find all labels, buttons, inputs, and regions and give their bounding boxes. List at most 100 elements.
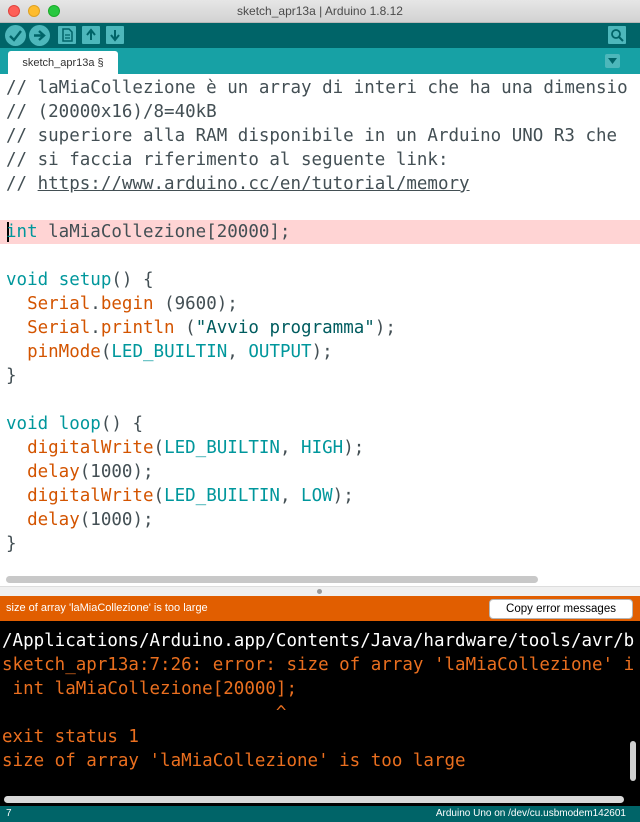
code-token: int	[6, 222, 38, 242]
window-titlebar: sketch_apr13a | Arduino 1.8.12	[0, 0, 640, 23]
code-token: //	[6, 174, 38, 194]
verify-icon	[9, 30, 22, 42]
code-line[interactable]: digitalWrite(LED_BUILTIN, LOW);	[6, 484, 354, 508]
code-line[interactable]: void loop() {	[6, 412, 143, 436]
code-token: laMiaCollezione[20000];	[37, 222, 291, 242]
code-token: );	[311, 342, 333, 362]
code-token: (	[153, 438, 165, 458]
serial-monitor-button[interactable]	[608, 26, 626, 44]
code-editor[interactable]: // laMiaCollezione è un array di interi …	[0, 74, 640, 574]
code-token: setup	[58, 270, 112, 290]
code-line[interactable]: Serial.println ("Avvio programma");	[6, 316, 396, 340]
console-line: /Applications/Arduino.app/Contents/Java/…	[2, 631, 635, 651]
upload-button[interactable]	[29, 25, 50, 46]
window-title: sketch_apr13a | Arduino 1.8.12	[237, 4, 403, 18]
code-line[interactable]: // si faccia riferimento al seguente lin…	[6, 148, 449, 172]
copy-error-messages-button[interactable]: Copy error messages	[489, 599, 633, 619]
save-icon	[110, 30, 120, 42]
code-token: LED_BUILTIN	[111, 342, 228, 362]
serial-monitor-icon	[611, 29, 624, 42]
code-token: https://www.arduino.cc/en/tutorial/memor…	[37, 174, 470, 194]
code-line[interactable]: Serial.begin (9600);	[6, 292, 238, 316]
tab-menu-button[interactable]	[605, 54, 620, 68]
code-token: "Avvio programma"	[195, 318, 375, 338]
code-line[interactable]: // https://www.arduino.cc/en/tutorial/me…	[6, 172, 470, 196]
code-token: () {	[100, 414, 144, 434]
code-line[interactable]: delay(1000);	[6, 460, 154, 484]
code-line[interactable]: digitalWrite(LED_BUILTIN, HIGH);	[6, 436, 364, 460]
code-token: .	[90, 294, 101, 314]
line-number: 7	[6, 808, 12, 819]
toolbar	[0, 23, 640, 48]
upload-icon	[34, 30, 46, 41]
code-token: (	[174, 318, 196, 338]
divider-handle[interactable]	[317, 589, 322, 594]
code-line[interactable]: // superiore alla RAM disponibile in un …	[6, 124, 617, 148]
new-icon	[62, 28, 73, 42]
code-token: OUTPUT	[248, 342, 312, 362]
code-token: }	[6, 366, 17, 386]
code-token: () {	[111, 270, 154, 290]
code-token: (1000);	[79, 462, 154, 482]
error-message: size of array 'laMiaCollezione' is too l…	[6, 602, 208, 614]
code-token: ,	[227, 342, 249, 362]
console-line: ^	[2, 703, 287, 723]
code-token: LOW	[301, 486, 333, 506]
code-line[interactable]: }	[6, 532, 17, 556]
board-port-info: Arduino Uno on /dev/cu.usbmodem142601	[435, 808, 626, 819]
console-line: sketch_apr13a:7:26: error: size of array…	[2, 655, 635, 675]
tab-sketch[interactable]: sketch_apr13a §	[8, 51, 118, 74]
console-line: exit status 1	[2, 727, 139, 747]
console-scroll-thumb[interactable]	[4, 796, 624, 803]
code-token: ,	[279, 486, 302, 506]
code-line[interactable]: int laMiaCollezione[20000];	[6, 220, 290, 244]
code-token: .	[90, 318, 101, 338]
editor-horizontal-scrollbar[interactable]	[0, 574, 640, 586]
open-sketch-button[interactable]	[82, 26, 100, 44]
code-line[interactable]: pinMode(LED_BUILTIN, OUTPUT);	[6, 340, 333, 364]
tab-bar: sketch_apr13a §	[0, 48, 640, 74]
code-token: Serial	[27, 318, 91, 338]
save-sketch-button[interactable]	[106, 26, 124, 44]
status-bar: 7 Arduino Uno on /dev/cu.usbmodem142601	[0, 806, 640, 822]
code-line[interactable]: void setup() {	[6, 268, 154, 292]
code-line[interactable]: delay(1000);	[6, 508, 154, 532]
code-token: delay	[27, 510, 80, 530]
editor-scroll-thumb[interactable]	[6, 576, 538, 583]
code-token: Serial	[27, 294, 91, 314]
code-token: // si faccia riferimento al seguente lin…	[6, 150, 449, 170]
code-token: digitalWrite	[27, 438, 154, 458]
code-token: pinMode	[27, 342, 101, 362]
verify-button[interactable]	[5, 25, 26, 46]
code-token: );	[343, 438, 365, 458]
code-token: // laMiaCollezione è un array di interi …	[6, 78, 628, 98]
code-token: loop	[58, 414, 101, 434]
console-line: int laMiaCollezione[20000];	[2, 679, 298, 699]
code-token: );	[374, 318, 396, 338]
console-output[interactable]: /Applications/Arduino.app/Contents/Java/…	[0, 621, 640, 793]
console-line: size of array 'laMiaCollezione' is too l…	[2, 751, 466, 771]
code-line[interactable]: // (20000x16)/8=40kB	[6, 100, 217, 124]
error-bar: size of array 'laMiaCollezione' is too l…	[0, 596, 640, 621]
code-token: (	[100, 342, 112, 362]
console-horizontal-scrollbar[interactable]	[0, 793, 640, 806]
code-line[interactable]: }	[6, 364, 17, 388]
code-token: (9600);	[153, 294, 238, 314]
code-token: }	[6, 534, 17, 554]
code-token: );	[332, 486, 354, 506]
code-token: void	[6, 414, 49, 434]
console-vertical-scrollbar[interactable]	[630, 741, 636, 781]
code-line[interactable]: // laMiaCollezione è un array di interi …	[6, 76, 628, 100]
new-sketch-button[interactable]	[58, 26, 76, 44]
code-token: begin	[100, 294, 154, 314]
code-token: println	[100, 318, 175, 338]
code-token: (	[153, 486, 165, 506]
code-token: (1000);	[79, 510, 154, 530]
